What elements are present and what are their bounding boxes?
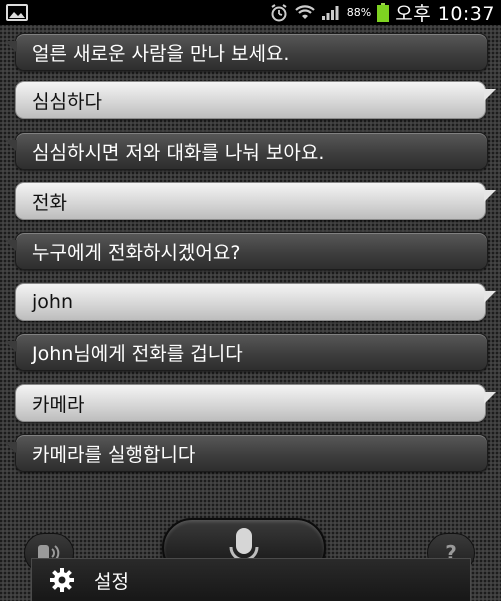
message-text: 카메라 — [32, 393, 85, 416]
message-text: john — [32, 291, 73, 313]
message-text: John님에게 전화를 겁니다 — [32, 342, 243, 365]
battery-percent: 88% — [346, 6, 372, 19]
user-message: 전화 — [15, 182, 496, 220]
status-bar: 88% 오후 10:37 — [0, 0, 501, 25]
image-notification-icon — [6, 4, 28, 21]
message-text: 카메라를 실행합니다 — [32, 443, 196, 466]
battery-icon — [377, 3, 390, 22]
settings-menu-item[interactable]: 설정 — [31, 558, 471, 601]
assistant-message: John님에게 전화를 겁니다 — [5, 333, 488, 371]
message-text: 심심하다 — [32, 90, 102, 113]
assistant-message: 얼른 새로운 사람을 만나 보세요. — [5, 33, 488, 71]
settings-label: 설정 — [94, 570, 129, 593]
clock: 오후 10:37 — [395, 3, 495, 25]
assistant-message: 누구에게 전화하시겠어요? — [5, 232, 488, 270]
wifi-icon — [295, 4, 315, 21]
signal-icon — [321, 5, 341, 21]
gear-icon — [50, 568, 74, 592]
assistant-message: 심심하시면 저와 대화를 나눠 보아요. — [5, 132, 488, 170]
alarm-icon — [269, 3, 289, 23]
user-message: john — [15, 283, 496, 321]
message-text: 심심하시면 저와 대화를 나눠 보아요. — [32, 141, 325, 164]
message-text: 얼른 새로운 사람을 만나 보세요. — [32, 42, 290, 65]
assistant-message: 카메라를 실행합니다 — [5, 434, 488, 472]
user-message: 심심하다 — [15, 81, 496, 119]
message-text: 누구에게 전화하시겠어요? — [32, 241, 241, 264]
user-message: 카메라 — [15, 384, 496, 422]
message-text: 전화 — [32, 191, 67, 214]
